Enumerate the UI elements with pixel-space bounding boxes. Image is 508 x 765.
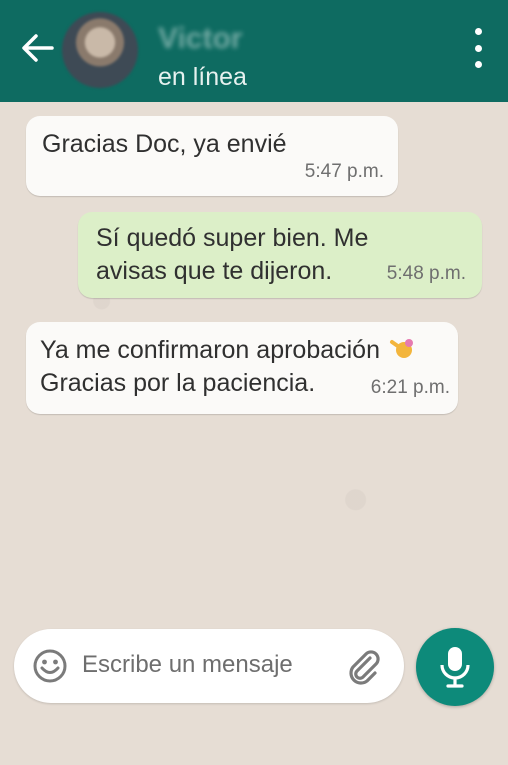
more-vertical-icon[interactable] bbox=[470, 28, 486, 68]
message-time: 5:48 p.m. bbox=[386, 263, 466, 284]
message-text-line: Ya me confirmaron aprobación bbox=[40, 334, 444, 367]
message-time: 5:47 p.m. bbox=[304, 161, 384, 182]
message-bubble-incoming[interactable]: Gracias Doc, ya envié 5:47 p.m. bbox=[26, 116, 398, 196]
message-time: 6:21 p.m. bbox=[370, 377, 450, 398]
chat-header: Victor en línea bbox=[0, 0, 508, 102]
message-input[interactable]: Escribe un mensaje bbox=[82, 651, 293, 679]
message-text-line: Sí quedó super bien. Me bbox=[96, 224, 369, 252]
back-button[interactable] bbox=[20, 28, 56, 68]
message-bubble-incoming[interactable]: Ya me confirmaron aprobación Gracias por… bbox=[26, 322, 458, 414]
message-composer[interactable]: Escribe un mensaje bbox=[14, 629, 404, 703]
smiley-icon[interactable] bbox=[32, 648, 68, 684]
arrow-left-icon bbox=[22, 34, 54, 62]
hand-icon bbox=[389, 339, 413, 358]
avatar[interactable] bbox=[62, 12, 138, 88]
microphone-button[interactable] bbox=[416, 628, 494, 706]
contact-name[interactable]: Victor bbox=[158, 22, 458, 56]
message-bubble-outgoing[interactable]: Sí quedó super bien. Me avisas que te di… bbox=[78, 212, 482, 298]
microphone-icon bbox=[440, 647, 470, 688]
contact-status: en línea bbox=[158, 63, 247, 91]
paperclip-icon[interactable] bbox=[344, 646, 384, 686]
